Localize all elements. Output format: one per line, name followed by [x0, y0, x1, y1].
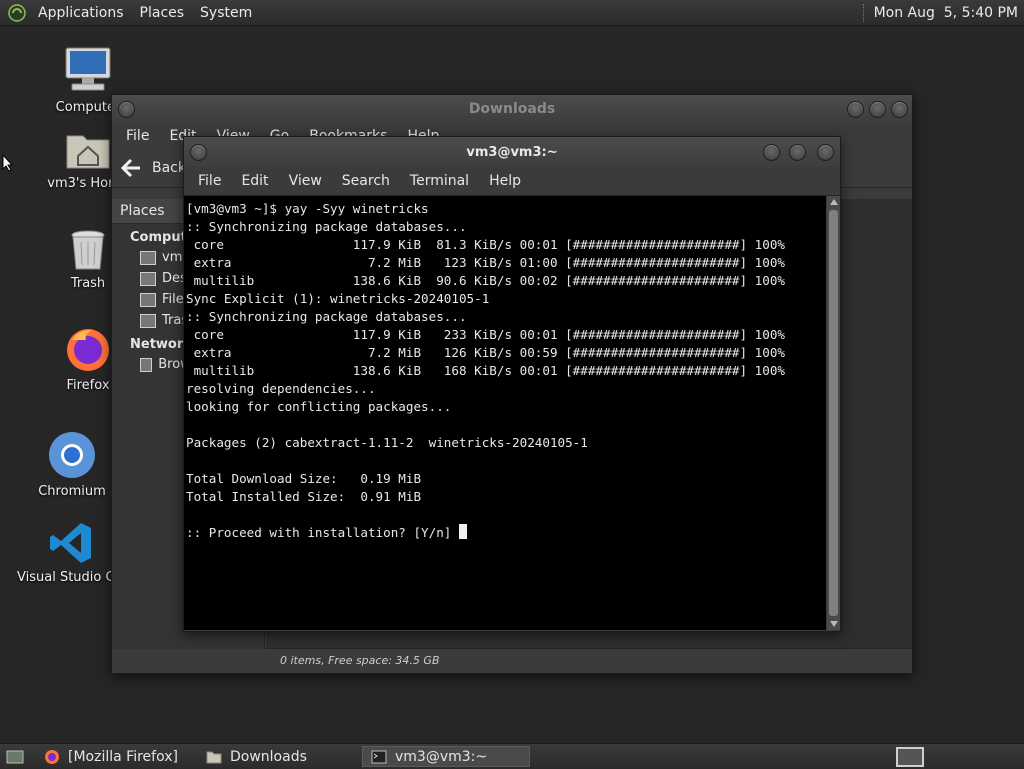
- task-terminal[interactable]: vm3@vm3:~: [362, 746, 530, 767]
- close-button[interactable]: [817, 144, 834, 161]
- terminal-line: Sync Explicit (1): winetricks-20240105-1: [186, 291, 490, 306]
- home-icon: [140, 250, 156, 265]
- window-title: vm3@vm3:~: [466, 144, 558, 160]
- trash-icon: [71, 230, 105, 270]
- terminal-line: extra 7.2 MiB 123 KiB/s 01:00 [#########…: [186, 255, 785, 270]
- back-arrow-icon: [120, 158, 140, 178]
- task-downloads[interactable]: Downloads: [198, 746, 348, 767]
- home-folder-icon: [66, 135, 110, 169]
- terminal-line: multilib 138.6 KiB 168 KiB/s 00:01 [####…: [186, 363, 785, 378]
- window-menu-button[interactable]: [190, 144, 207, 161]
- places-menu[interactable]: Places: [132, 5, 193, 21]
- computer-icon: [65, 47, 111, 91]
- terminal-line: [vm3@vm3 ~]$ yay -Syy winetricks: [186, 201, 429, 216]
- scroll-up-icon[interactable]: [830, 199, 838, 205]
- window-menu-button[interactable]: [118, 101, 135, 118]
- terminal-line: resolving dependencies...: [186, 381, 376, 396]
- desktop-icon: [140, 271, 156, 286]
- terminal-icon: [371, 750, 387, 763]
- task-label: vm3@vm3:~: [395, 748, 488, 765]
- trash-icon: [140, 313, 156, 328]
- top-panel: Applications Places System Mon Aug 5, 5:…: [0, 0, 1024, 26]
- distro-logo-icon[interactable]: [8, 3, 26, 22]
- workspace-switcher[interactable]: [896, 746, 924, 767]
- show-desktop-button[interactable]: [4, 748, 26, 766]
- terminal-line: Total Download Size: 0.19 MiB: [186, 471, 422, 486]
- close-button[interactable]: [891, 101, 908, 118]
- terminal-line: :: Synchronizing package databases...: [186, 219, 467, 234]
- file-manager-titlebar[interactable]: Downloads: [112, 95, 912, 123]
- task-label: Downloads: [230, 748, 307, 765]
- terminal-text: [vm3@vm3 ~]$ yay -Syy winetricks :: Sync…: [184, 196, 826, 542]
- show-desktop-icon: [6, 750, 24, 763]
- terminal-line: core 117.9 KiB 233 KiB/s 00:01 [########…: [186, 327, 785, 342]
- scroll-down-icon[interactable]: [830, 621, 838, 627]
- status-bar: 0 items, Free space: 34.5 GB: [266, 648, 912, 673]
- folder-icon: [206, 751, 222, 763]
- terminal-line: :: Synchronizing package databases...: [186, 309, 467, 324]
- terminal-window[interactable]: vm3@vm3:~ File Edit View Search Terminal…: [183, 136, 841, 632]
- back-button[interactable]: Back: [120, 158, 186, 178]
- terminal-output[interactable]: [vm3@vm3 ~]$ yay -Syy winetricks :: Sync…: [184, 196, 826, 630]
- text-cursor: [458, 524, 467, 539]
- menu-search[interactable]: Search: [332, 173, 400, 189]
- drive-icon: [140, 292, 156, 307]
- terminal-line: :: Proceed with installation? [Y/n]: [186, 525, 459, 540]
- terminal-line: multilib 138.6 KiB 90.6 KiB/s 00:02 [###…: [186, 273, 785, 288]
- panel-handle[interactable]: [862, 3, 866, 22]
- terminal-line: extra 7.2 MiB 126 KiB/s 00:59 [#########…: [186, 345, 785, 360]
- terminal-scrollbar[interactable]: [827, 196, 840, 630]
- clock[interactable]: Mon Aug 5, 5:40 PM: [874, 5, 1024, 21]
- minimize-button[interactable]: [763, 144, 780, 161]
- menu-help[interactable]: Help: [479, 173, 531, 189]
- window-title: Downloads: [468, 101, 556, 117]
- system-menu[interactable]: System: [192, 5, 260, 21]
- back-label: Back: [152, 160, 186, 176]
- chromium-icon: [49, 432, 95, 478]
- terminal-line: Total Installed Size: 0.91 MiB: [186, 489, 422, 504]
- task-label: [Mozilla Firefox]: [68, 748, 178, 765]
- firefox-icon: [67, 329, 109, 371]
- firefox-icon: [45, 749, 59, 764]
- desktop-icon-label: Chromium: [38, 484, 106, 499]
- minimize-button[interactable]: [847, 101, 864, 118]
- mouse-pointer-icon: [2, 154, 14, 172]
- menu-view[interactable]: View: [279, 173, 332, 189]
- desktop-icon-vscode[interactable]: Visual Studio Code: [17, 520, 127, 585]
- terminal-line: Packages (2) cabextract-1.11-2 winetrick…: [186, 435, 588, 450]
- terminal-line: core 117.9 KiB 81.3 KiB/s 00:01 [#######…: [186, 237, 785, 252]
- desktop-icon-chromium[interactable]: Chromium: [22, 430, 122, 499]
- menu-edit[interactable]: Edit: [231, 173, 278, 189]
- menu-file[interactable]: File: [116, 128, 159, 144]
- menu-file[interactable]: File: [188, 173, 231, 189]
- terminal-menubar: File Edit View Search Terminal Help: [184, 167, 840, 196]
- scrollbar-thumb[interactable]: [829, 210, 838, 616]
- terminal-titlebar[interactable]: vm3@vm3:~: [184, 137, 840, 167]
- maximize-button[interactable]: [789, 144, 806, 161]
- task-firefox[interactable]: [Mozilla Firefox]: [36, 746, 186, 767]
- maximize-button[interactable]: [869, 101, 886, 118]
- bottom-taskbar: [Mozilla Firefox] Downloads vm3@vm3:~: [0, 743, 1024, 769]
- vscode-icon: [50, 523, 91, 563]
- menu-terminal[interactable]: Terminal: [400, 173, 479, 189]
- applications-menu[interactable]: Applications: [30, 5, 132, 21]
- terminal-line: looking for conflicting packages...: [186, 399, 452, 414]
- network-icon: [140, 357, 153, 372]
